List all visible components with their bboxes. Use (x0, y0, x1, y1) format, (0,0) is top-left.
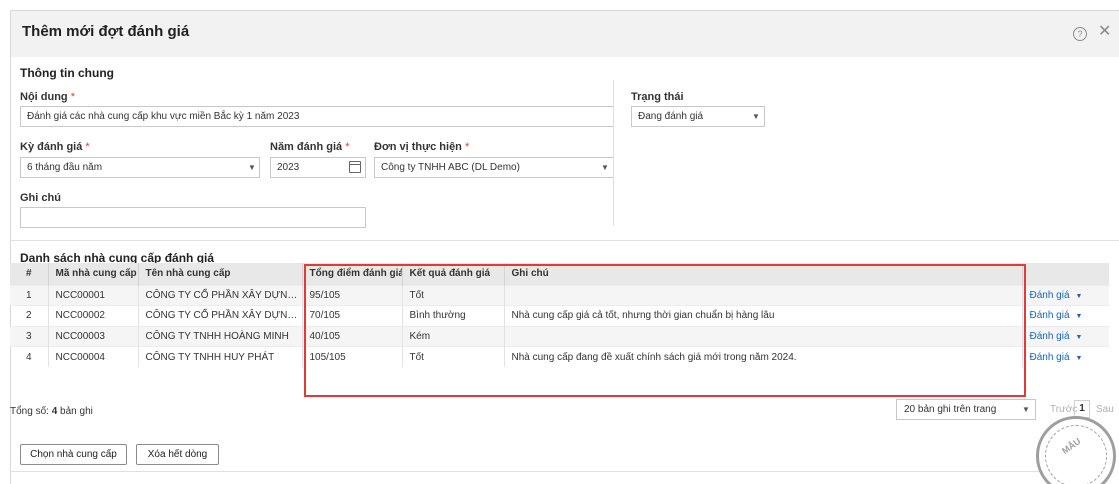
column-divider (613, 80, 614, 226)
chevron-down-icon[interactable]: ▼ (1076, 293, 1083, 300)
section-divider (10, 240, 1119, 241)
evaluate-link[interactable]: Đánh giá (1030, 352, 1070, 363)
evaluate-action[interactable]: Đánh giá ▼ (1022, 346, 1109, 367)
content-label: Nội dung * (20, 91, 75, 103)
period-select[interactable]: 6 tháng đầu năm ▼ (20, 157, 260, 178)
chevron-down-icon[interactable]: ▼ (1076, 334, 1083, 341)
chevron-down-icon[interactable]: ▼ (1076, 313, 1083, 320)
period-label: Kỳ đánh giá * (20, 141, 90, 153)
supplier-code: NCC00002 (48, 305, 139, 326)
evaluate-link[interactable]: Đánh giá (1030, 331, 1070, 342)
column-header-code[interactable]: Mã nhà cung cấp (48, 263, 139, 285)
year-value: 2023 (277, 162, 300, 173)
total-records: Tổng số: 4 bản ghi (10, 406, 93, 417)
required-mark: * (345, 141, 350, 153)
evaluate-action[interactable]: Đánh giá ▼ (1022, 305, 1109, 326)
next-page-button[interactable]: Sau (1096, 404, 1114, 415)
choose-supplier-button[interactable]: Chọn nhà cung cấp (20, 444, 127, 465)
chevron-down-icon: ▼ (752, 112, 760, 121)
footer-divider (10, 471, 1040, 472)
chevron-down-icon: ▼ (248, 163, 256, 172)
dialog-title: Thêm mới đợt đánh giá (22, 23, 190, 40)
status-select[interactable]: Đang đánh giá ▼ (631, 106, 765, 127)
delete-all-rows-button[interactable]: Xóa hết dòng (136, 444, 219, 465)
required-mark: * (70, 91, 75, 103)
status-label: Trạng thái (631, 91, 684, 103)
year-input[interactable]: 2023 (270, 157, 366, 178)
supplier-code: NCC00004 (48, 346, 139, 367)
supplier-code: NCC00003 (48, 325, 139, 347)
row-index: 4 (10, 346, 49, 367)
evaluate-action[interactable]: Đánh giá ▼ (1022, 325, 1109, 347)
required-mark: * (464, 141, 470, 153)
close-icon[interactable]: ✕ (1098, 24, 1111, 40)
required-mark: * (85, 141, 90, 153)
row-index: 1 (10, 284, 49, 306)
question-circle-icon[interactable]: ? (1073, 27, 1087, 41)
unit-select[interactable]: Công ty TNHH ABC (DL Demo) ▼ (374, 157, 614, 178)
supplier-name: CÔNG TY CỔ PHẦN XÂY DỰNG & ... (138, 305, 303, 326)
row-index: 2 (10, 305, 49, 326)
page-size-value: 20 bản ghi trên trang (904, 404, 997, 415)
period-value: 6 tháng đầu năm (27, 162, 103, 173)
chevron-down-icon: ▼ (601, 163, 609, 172)
supplier-name: CÔNG TY TNHH HOÀNG MINH (138, 325, 303, 347)
unit-value: Công ty TNHH ABC (DL Demo) (381, 162, 520, 173)
stamp-ring (1045, 425, 1107, 484)
supplier-code: NCC00001 (48, 284, 139, 306)
supplier-name: CÔNG TY TNHH HUY PHÁT (138, 346, 303, 367)
unit-label: Đơn vị thực hiện * (374, 141, 470, 153)
page-size-select[interactable]: 20 bản ghi trên trang ▼ (896, 399, 1036, 420)
chevron-down-icon: ▼ (1022, 405, 1030, 414)
year-label: Năm đánh giá * (270, 141, 350, 153)
supplier-name: CÔNG TY CỔ PHẦN XÂY DỰNG & ... (138, 284, 303, 306)
column-header-action (1022, 263, 1109, 285)
content-input[interactable]: Đánh giá các nhà cung cấp khu vực miền B… (20, 106, 614, 127)
chevron-down-icon[interactable]: ▼ (1076, 355, 1083, 362)
general-section-title: Thông tin chung (20, 66, 114, 80)
calendar-icon[interactable] (349, 161, 361, 173)
column-header-name[interactable]: Tên nhà cung cấp (138, 263, 303, 285)
evaluate-action[interactable]: Đánh giá ▼ (1022, 284, 1109, 306)
evaluate-link[interactable]: Đánh giá (1030, 310, 1070, 321)
row-index: 3 (10, 325, 49, 347)
note-input[interactable] (20, 207, 366, 228)
column-header-index: # (10, 263, 49, 285)
evaluate-link[interactable]: Đánh giá (1030, 290, 1070, 301)
note-label: Ghi chú (20, 192, 61, 204)
highlight-box (304, 264, 1026, 397)
status-value: Đang đánh giá (638, 111, 704, 122)
dialog-header: Thêm mới đợt đánh giá ? ✕ (11, 11, 1119, 57)
